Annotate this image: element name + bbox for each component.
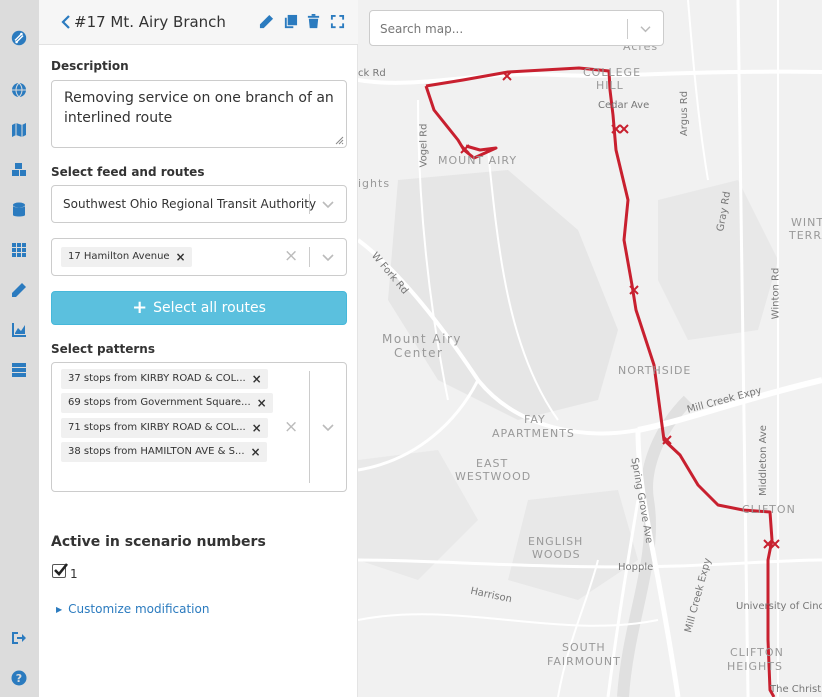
route-chip: 17 Hamilton Avenue × [61, 247, 192, 267]
description-textarea[interactable]: Removing service on one branch of an int… [51, 80, 347, 148]
map-label-the-christ: The Christ [770, 684, 822, 695]
map-label-mount-airy: MOUNT AIRY [438, 154, 518, 167]
help-icon[interactable]: ? [9, 668, 29, 688]
map-label-argus: Argus Rd [679, 90, 691, 137]
map-label-east-westwood-2: WESTWOOD [455, 470, 532, 483]
description-text: Removing service on one branch of an int… [64, 90, 334, 126]
modification-panel: #17 Mt. Airy Branch Description Removing… [39, 0, 358, 697]
patterns-label: Select patterns [51, 342, 155, 356]
map-label-fay: FAY [524, 413, 546, 426]
map-label-heights: ights [358, 177, 391, 190]
chevron-down-icon[interactable] [639, 25, 652, 34]
select-all-routes-button[interactable]: + Select all routes [51, 291, 347, 325]
pattern-chip: 38 stops from HAMILTON AVE & S... × [61, 442, 267, 462]
icon-rail: ? [0, 0, 39, 697]
scenario-checkbox[interactable] [52, 563, 69, 578]
map-label-south-fairmount: SOUTH [562, 641, 606, 654]
globe-icon[interactable] [9, 80, 29, 100]
server-icon[interactable] [9, 360, 29, 380]
map-icon[interactable] [9, 120, 29, 140]
copy-icon[interactable] [283, 14, 299, 30]
patterns-select[interactable]: 37 stops from KIRBY ROAD & COL... × 69 st… [51, 362, 347, 492]
map-label-vogel: Vogel Rd [418, 123, 430, 168]
map-label-college-hill-2: HILL [596, 79, 624, 92]
caret-right-icon: ▶ [56, 605, 63, 614]
remove-chip-icon[interactable]: × [250, 442, 260, 462]
svg-text:?: ? [16, 672, 22, 685]
resize-grip-icon[interactable] [334, 135, 344, 145]
chart-icon[interactable] [9, 320, 29, 340]
sign-out-icon[interactable] [9, 628, 29, 648]
checkmark-icon [54, 563, 69, 576]
trash-icon[interactable] [306, 14, 322, 30]
scenarios-title: Active in scenario numbers [51, 534, 266, 550]
expand-icon[interactable] [330, 14, 346, 30]
modification-title: #17 Mt. Airy Branch [74, 13, 226, 31]
grid-icon[interactable] [9, 240, 29, 260]
map-label-winton: Winton Rd [770, 267, 782, 320]
map-label-university: University of Cinc [736, 601, 822, 612]
logo-icon[interactable] [9, 28, 29, 48]
map-label-mount-airy-center: Mount Airy [382, 332, 463, 346]
chevron-down-icon[interactable] [321, 253, 335, 263]
description-label: Description [51, 59, 129, 73]
pencil-icon[interactable] [9, 280, 29, 300]
routes-select[interactable]: 17 Hamilton Avenue × × [51, 238, 347, 276]
map-label-clifton-heights: CLIFTON [730, 646, 784, 659]
map-label-winton-terrace-2: TERRA [789, 229, 822, 242]
plus-icon: + [132, 297, 148, 318]
map[interactable]: COLLEGE HILL Acres Cedar Ave MOUNT AIRY … [358, 0, 822, 697]
map-label-colerain: ck Rd [358, 68, 386, 79]
feed-label: Select feed and routes [51, 165, 205, 179]
panel-header: #17 Mt. Airy Branch [39, 0, 358, 45]
map-label-fay-2: APARTMENTS [492, 427, 575, 440]
chevron-down-icon[interactable] [321, 200, 335, 210]
map-label-clifton: CLIFTON [742, 503, 796, 516]
scenario-checkbox-label: 1 [70, 567, 78, 581]
clear-icon[interactable]: × [284, 419, 298, 436]
feed-select-value: Southwest Ohio Regional Transit Authorit… [63, 197, 317, 211]
map-search-placeholder: Search map... [380, 22, 464, 36]
customize-modification-link[interactable]: ▶ Customize modification [56, 602, 209, 616]
pattern-chip: 69 stops from Government Square... × [61, 393, 273, 413]
map-label-college-hill: COLLEGE [583, 66, 642, 79]
map-label-mount-airy-center-2: Center [394, 346, 444, 360]
back-chevron-icon[interactable] [61, 14, 73, 32]
map-label-middleton: Middleton Ave [757, 425, 769, 496]
remove-chip-icon[interactable]: × [257, 393, 267, 413]
pattern-chip: 71 stops from KIRBY ROAD & COL... × [61, 418, 268, 438]
clear-icon[interactable]: × [284, 248, 298, 265]
feed-select[interactable]: Southwest Ohio Regional Transit Authorit… [51, 185, 347, 223]
map-label-northside: NORTHSIDE [618, 364, 692, 377]
map-search-input[interactable]: Search map... [369, 10, 664, 46]
remove-chip-icon[interactable]: × [252, 418, 262, 438]
map-label-english-woods-2: WOODS [532, 548, 581, 561]
database-icon[interactable] [9, 200, 29, 220]
pattern-chip: 37 stops from KIRBY ROAD & COL... × [61, 369, 268, 389]
edit-pencil-icon[interactable] [259, 14, 275, 30]
remove-chip-icon[interactable]: × [176, 247, 186, 267]
map-label-east-westwood: EAST [476, 457, 509, 470]
map-label-cedar: Cedar Ave [598, 100, 650, 111]
map-label-clifton-heights-2: HEIGHTS [727, 660, 783, 673]
map-label-english-woods: ENGLISH [528, 535, 584, 548]
map-label-south-fairmount-2: FAIRMOUNT [547, 655, 621, 668]
map-label-winton-terrace: WINT [791, 216, 822, 229]
chevron-down-icon[interactable] [321, 423, 335, 433]
remove-chip-icon[interactable]: × [252, 369, 262, 389]
cubes-icon[interactable] [9, 160, 29, 180]
map-label-hopple: Hopple [618, 562, 654, 573]
